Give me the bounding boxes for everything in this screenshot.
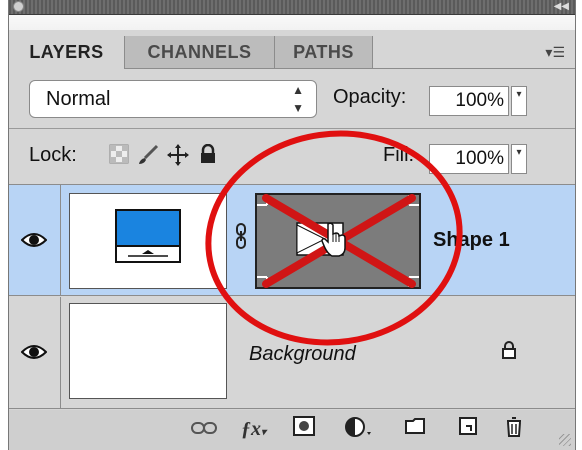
eye-icon[interactable] bbox=[21, 229, 47, 251]
lock-transparent-icon[interactable] bbox=[109, 144, 129, 170]
add-mask-icon[interactable] bbox=[293, 416, 315, 443]
panel-menu-icon[interactable]: ▾☰ bbox=[545, 44, 565, 61]
panel-drag-strip[interactable]: ◀◀ bbox=[9, 0, 575, 15]
fx-layer-style-icon[interactable]: ƒx▾ bbox=[241, 416, 266, 446]
select-arrows-icon: ▲ ▼ bbox=[292, 83, 304, 115]
panel-footer: ƒx▾ bbox=[9, 410, 575, 450]
link-chain-icon[interactable] bbox=[235, 223, 247, 255]
link-layers-icon[interactable] bbox=[191, 416, 217, 442]
tab-paths[interactable]: PATHS bbox=[275, 36, 373, 68]
lock-image-brush-icon[interactable] bbox=[137, 144, 159, 172]
layer-row-background[interactable]: Background bbox=[9, 297, 575, 409]
fill-label: Fill: bbox=[383, 144, 415, 166]
layer-lock-icon bbox=[501, 341, 517, 364]
layer-thumbnail[interactable] bbox=[69, 193, 227, 289]
shape-layer-thumbnail-icon bbox=[115, 209, 181, 263]
blend-mode-value: Normal bbox=[46, 88, 111, 110]
layer-row-shape-1[interactable]: Shape 1 bbox=[9, 184, 575, 296]
fill-input[interactable]: 100% bbox=[429, 144, 509, 174]
tab-channels[interactable]: CHANNELS bbox=[125, 36, 275, 68]
adjustment-layer-icon[interactable] bbox=[345, 416, 373, 445]
tab-layers[interactable]: LAYERS bbox=[9, 36, 125, 69]
new-layer-icon[interactable] bbox=[459, 416, 477, 442]
divider bbox=[9, 128, 575, 129]
collapse-icon[interactable]: ◀◀ bbox=[554, 0, 569, 14]
new-group-folder-icon[interactable] bbox=[405, 416, 425, 442]
close-button[interactable] bbox=[13, 1, 24, 12]
lock-all-icon[interactable] bbox=[199, 143, 217, 170]
eye-icon[interactable] bbox=[21, 341, 47, 363]
panel-tabs: LAYERS CHANNELS PATHS bbox=[9, 36, 575, 69]
blend-mode-select[interactable]: Normal ▲ ▼ bbox=[29, 80, 317, 118]
lock-position-move-icon[interactable] bbox=[167, 144, 189, 172]
visibility-toggle[interactable] bbox=[9, 185, 61, 295]
panel-titlebar: ◀◀ bbox=[9, 0, 575, 30]
lock-label: Lock: bbox=[29, 144, 77, 166]
layer-thumbnail[interactable] bbox=[69, 303, 227, 399]
opacity-dropdown-icon[interactable]: ▾ bbox=[511, 86, 527, 116]
layer-name-background[interactable]: Background bbox=[249, 343, 356, 366]
resize-grip[interactable] bbox=[559, 434, 571, 446]
vector-mask-thumbnail[interactable] bbox=[255, 193, 421, 289]
visibility-toggle[interactable] bbox=[9, 297, 61, 408]
opacity-label: Opacity: bbox=[333, 86, 407, 108]
trash-icon[interactable] bbox=[505, 416, 523, 445]
layer-name-shape-1[interactable]: Shape 1 bbox=[433, 229, 510, 252]
vector-mask-preview-icon bbox=[257, 195, 419, 287]
layers-panel: ◀◀ LAYERS CHANNELS PATHS ▾☰ Normal ▲ ▼ Op… bbox=[8, 0, 576, 450]
fill-dropdown-icon[interactable]: ▾ bbox=[511, 144, 527, 174]
opacity-input[interactable]: 100% bbox=[429, 86, 509, 116]
